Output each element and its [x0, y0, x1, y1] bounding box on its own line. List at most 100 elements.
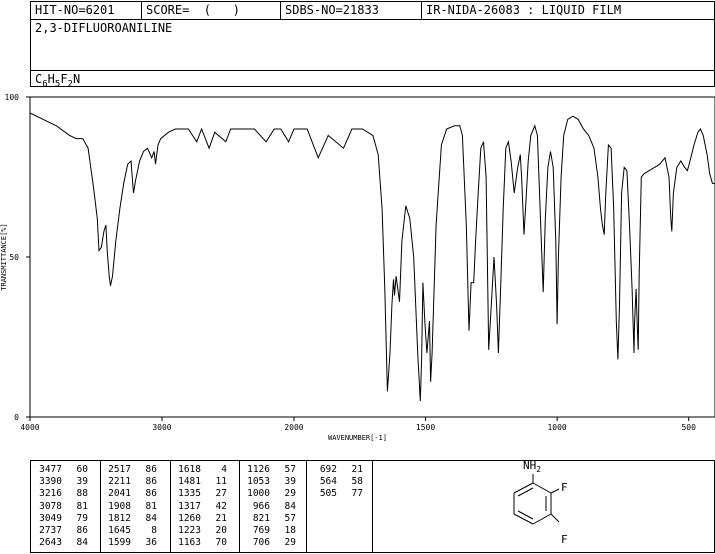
- peak-transmittance: 21: [351, 464, 363, 475]
- peak-table-divider: [306, 461, 307, 553]
- x-tick-label: 1000: [547, 423, 566, 432]
- peak-row: 1645 8: [103, 525, 157, 537]
- peak-row: 3477 60: [34, 464, 88, 476]
- structure-diagram: [513, 474, 560, 525]
- ring-bond: [513, 513, 534, 525]
- peak-wavenumber: 1618: [178, 464, 201, 475]
- peak-transmittance: 58: [351, 476, 363, 488]
- peak-wavenumber: 564: [319, 476, 337, 488]
- peak-wavenumber: 505: [319, 488, 337, 500]
- peak-transmittance: 18: [284, 524, 296, 536]
- peak-wavenumber: 966: [252, 500, 270, 512]
- peak-row: 3049 79: [34, 513, 88, 525]
- peak-wavenumber: 3216: [39, 488, 62, 500]
- peak-wavenumber: 706: [252, 537, 270, 549]
- peak-row: 2737 86: [34, 525, 88, 537]
- peak-row: 3078 81: [34, 501, 88, 513]
- peak-wavenumber: 1812: [108, 512, 131, 524]
- peak-row: 1126 57: [242, 464, 296, 476]
- peak-row: 821 57: [242, 513, 296, 525]
- f-bond: [550, 488, 560, 494]
- peak-transmittance: 86: [145, 488, 157, 500]
- peak-transmittance: 20: [215, 524, 227, 536]
- f-bond: [550, 513, 560, 523]
- peak-transmittance: 29: [284, 537, 296, 549]
- ir-id: IR-NIDA-26083 : LIQUID FILM: [426, 3, 622, 17]
- peak-wavenumber: 1223: [178, 524, 201, 536]
- peak-table-divider: [100, 461, 101, 553]
- peak-wavenumber: 692: [319, 464, 337, 475]
- peak-wavenumber: 1317: [178, 500, 201, 512]
- sdbs-no: SDBS-NO=21833: [285, 3, 379, 17]
- peak-row: 564 58: [309, 476, 363, 488]
- peak-transmittance: 84: [284, 500, 296, 512]
- peak-column: 692 21 564 58 505 77: [309, 464, 363, 501]
- peak-row: 1812 84: [103, 513, 157, 525]
- peak-transmittance: 81: [76, 500, 88, 512]
- peak-wavenumber: 1481: [178, 476, 201, 488]
- peak-row: 1223 20: [173, 525, 227, 537]
- peak-transmittance: 27: [215, 488, 227, 500]
- peak-wavenumber: 821: [252, 512, 270, 524]
- x-tick-label: 1500: [416, 423, 435, 432]
- peak-wavenumber: 2211: [108, 476, 131, 488]
- plot-frame: [29, 96, 715, 418]
- peak-transmittance: 88: [76, 488, 88, 500]
- x-tick-label: 3000: [152, 423, 171, 432]
- peak-transmittance: 81: [145, 500, 157, 512]
- header-rule: [31, 70, 714, 71]
- peak-wavenumber: 1163: [178, 537, 201, 549]
- compound-name: 2,3-DIFLUOROANILINE: [35, 21, 173, 35]
- peak-wavenumber: 1908: [108, 500, 131, 512]
- peak-wavenumber: 1335: [178, 488, 201, 500]
- peak-row: 3216 88: [34, 488, 88, 500]
- peak-wavenumber: 1599: [108, 537, 131, 549]
- peak-transmittance: 84: [145, 512, 157, 524]
- x-tick-label: 4000: [20, 423, 39, 432]
- peak-wavenumber: 1645: [108, 524, 131, 536]
- peak-transmittance: 29: [284, 488, 296, 500]
- peak-transmittance: 86: [76, 524, 88, 536]
- peak-wavenumber: 3390: [39, 476, 62, 488]
- y-axis-label: TRANSMITTANCE[%]: [0, 223, 8, 290]
- peak-row: 2643 84: [34, 537, 88, 549]
- ring-bond: [532, 513, 552, 525]
- peak-transmittance: 39: [76, 476, 88, 488]
- header-rule: [31, 19, 714, 20]
- peak-transmittance: 42: [215, 500, 227, 512]
- peak-wavenumber: 2737: [39, 524, 62, 536]
- y-tick-label: 0: [14, 413, 19, 422]
- peak-transmittance: 84: [76, 537, 88, 549]
- peak-row: 3390 39: [34, 476, 88, 488]
- peak-row: 2211 86: [103, 476, 157, 488]
- peak-row: 505 77: [309, 488, 363, 500]
- y-tick-label: 100: [5, 93, 20, 102]
- peak-transmittance: 86: [145, 476, 157, 488]
- peak-transmittance: 60: [76, 464, 88, 475]
- peak-row: 1481 11: [173, 476, 227, 488]
- peak-row: 1599 36: [103, 537, 157, 549]
- y-tick-label: 50: [9, 253, 19, 262]
- f-label-bottom: F: [561, 533, 568, 546]
- peak-transmittance: 11: [215, 476, 227, 488]
- peak-transmittance: 77: [351, 488, 363, 500]
- peak-column: 1126 57 1053 39 1000 29 966 84 821 57 769 18 706 29: [242, 464, 296, 549]
- peak-wavenumber: 2517: [108, 464, 131, 475]
- peak-row: 1053 39: [242, 476, 296, 488]
- molecular-formula: C6H5F2N: [35, 72, 81, 90]
- spectrum-line: [29, 112, 715, 402]
- x-tick-label: 500: [681, 423, 696, 432]
- peak-row: 1908 81: [103, 501, 157, 513]
- peak-wavenumber: 769: [252, 524, 270, 536]
- peak-transmittance: 70: [215, 537, 227, 549]
- peak-row: 1000 29: [242, 488, 296, 500]
- x-tick-label: 2000: [284, 423, 303, 432]
- peak-table-divider: [239, 461, 240, 553]
- peak-wavenumber: 1053: [247, 476, 270, 488]
- peak-row: 692 21: [309, 464, 363, 476]
- peak-transmittance: 86: [145, 464, 157, 475]
- peak-table-divider: [170, 461, 171, 553]
- peak-row: 966 84: [242, 501, 296, 513]
- peak-row: 2041 86: [103, 488, 157, 500]
- peak-row: 1317 42: [173, 501, 227, 513]
